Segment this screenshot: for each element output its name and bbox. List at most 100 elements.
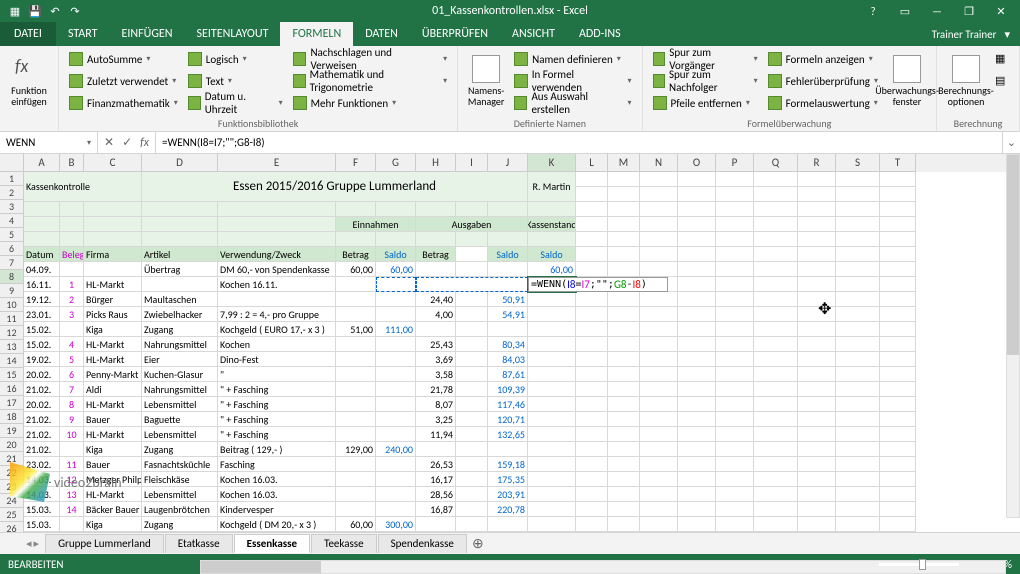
cell[interactable]: 21.02. <box>24 427 60 442</box>
cell[interactable]: 7,99 : 2 = 4,- pro Gruppe <box>218 307 336 322</box>
cell[interactable] <box>640 457 678 472</box>
cell[interactable] <box>456 382 488 397</box>
cell[interactable] <box>24 202 60 217</box>
col-header[interactable]: S <box>836 154 880 172</box>
ribbon-tab-daten[interactable]: DATEN <box>353 22 410 46</box>
cell[interactable] <box>754 172 798 187</box>
cell[interactable] <box>836 487 880 502</box>
formula-input[interactable] <box>162 136 996 149</box>
cell[interactable] <box>528 502 576 517</box>
add-sheet-icon[interactable]: ⊕ <box>468 535 488 552</box>
cell[interactable]: Picks Raus <box>84 307 142 322</box>
cell[interactable] <box>716 262 754 277</box>
calc-sheet-button[interactable]: ▤ <box>991 70 1013 92</box>
cell[interactable] <box>640 487 678 502</box>
cell[interactable]: 60,00 <box>528 262 576 277</box>
cell[interactable]: Essen 2015/2016 Gruppe Lummerland <box>142 172 528 202</box>
cell[interactable] <box>678 472 716 487</box>
sheet-nav-next-icon[interactable]: ▸ <box>34 537 40 550</box>
cell[interactable] <box>754 442 798 457</box>
col-header[interactable]: R <box>798 154 836 172</box>
cell[interactable] <box>754 337 798 352</box>
cell[interactable] <box>336 382 376 397</box>
cell[interactable]: 2 <box>60 292 84 307</box>
cell[interactable] <box>836 202 880 217</box>
cell[interactable]: 1 <box>60 277 84 292</box>
cell[interactable] <box>716 397 754 412</box>
cell[interactable] <box>754 277 798 292</box>
cell[interactable] <box>416 277 528 292</box>
cell[interactable] <box>456 247 488 262</box>
cell[interactable] <box>60 322 84 337</box>
cell[interactable] <box>880 382 916 397</box>
cell[interactable]: 111,00 <box>376 322 416 337</box>
row-header[interactable]: 20 <box>0 438 24 452</box>
inline-formula-edit[interactable]: =WENN(I8=I7;"";G8-I8) <box>528 277 668 292</box>
cell[interactable]: " <box>218 367 336 382</box>
row-header[interactable]: 2 <box>0 186 24 200</box>
cell[interactable] <box>880 367 916 382</box>
cell[interactable] <box>640 382 678 397</box>
cell[interactable] <box>640 322 678 337</box>
cell[interactable] <box>416 442 456 457</box>
trace-button[interactable]: Pfeile entfernen▾ <box>649 92 762 114</box>
cell[interactable] <box>754 187 798 202</box>
audit-button[interactable]: Fehlerüberprüfung▾ <box>764 70 882 92</box>
cell[interactable] <box>836 277 880 292</box>
cell[interactable]: Baguette <box>142 412 218 427</box>
cell[interactable] <box>456 412 488 427</box>
cell[interactable] <box>528 487 576 502</box>
cell[interactable] <box>608 232 640 247</box>
cell[interactable] <box>488 322 528 337</box>
cell[interactable] <box>798 412 836 427</box>
col-header[interactable]: G <box>376 154 416 172</box>
cell[interactable] <box>678 262 716 277</box>
collapse-ribbon-icon[interactable]: ▾ <box>1004 28 1010 41</box>
sheet-tab[interactable]: Gruppe Lummerland <box>45 534 164 553</box>
col-header[interactable]: A <box>24 154 60 172</box>
cell[interactable] <box>754 217 798 232</box>
cell[interactable] <box>84 202 142 217</box>
row-header[interactable]: 17 <box>0 396 24 410</box>
cell[interactable]: Kochgeld ( DM 20,- x 3 ) <box>218 517 336 532</box>
cell[interactable]: 11,94 <box>416 427 456 442</box>
cell[interactable] <box>678 217 716 232</box>
cell[interactable]: 26,53 <box>416 457 456 472</box>
cell[interactable]: Zugang <box>142 322 218 337</box>
cell[interactable] <box>798 397 836 412</box>
cell[interactable] <box>218 217 336 232</box>
cell[interactable] <box>716 502 754 517</box>
cell[interactable] <box>528 307 576 322</box>
cell[interactable] <box>336 337 376 352</box>
calc-options-button[interactable]: Berechnungs-optionen <box>943 48 989 114</box>
col-header[interactable]: E <box>218 154 336 172</box>
cell[interactable] <box>678 202 716 217</box>
cell[interactable] <box>640 367 678 382</box>
cell[interactable] <box>376 487 416 502</box>
cell[interactable] <box>528 517 576 532</box>
name-button[interactable]: In Formel verwenden▾ <box>510 70 635 92</box>
cell[interactable] <box>716 412 754 427</box>
cell[interactable] <box>836 217 880 232</box>
cell[interactable]: 19.02. <box>24 352 60 367</box>
watch-window-button[interactable]: Überwachungs-fenster <box>884 48 930 114</box>
func-button[interactable]: Datum u. Uhrzeit▾ <box>184 92 287 114</box>
cell[interactable]: 5 <box>60 352 84 367</box>
cell[interactable] <box>678 502 716 517</box>
cell[interactable] <box>678 307 716 322</box>
cell[interactable] <box>880 412 916 427</box>
cell[interactable] <box>798 352 836 367</box>
cell[interactable] <box>456 517 488 532</box>
vertical-scrollbar[interactable] <box>1006 154 1020 518</box>
cell[interactable]: Bürger <box>84 292 142 307</box>
fx-button[interactable]: fx <box>140 136 149 150</box>
cell[interactable]: Firma <box>84 247 142 262</box>
audit-button[interactable]: Formelauswertung▾ <box>764 92 882 114</box>
cell[interactable] <box>376 502 416 517</box>
cell[interactable] <box>456 322 488 337</box>
cell[interactable]: Dino-Fest <box>218 352 336 367</box>
col-header[interactable]: O <box>678 154 716 172</box>
cell[interactable] <box>678 367 716 382</box>
cell[interactable] <box>608 412 640 427</box>
cell[interactable]: 19.12. <box>24 292 60 307</box>
